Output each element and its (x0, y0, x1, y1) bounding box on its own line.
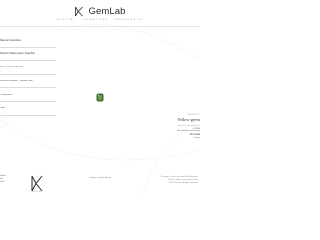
spec-footnote: · · · · · · (0, 116, 8, 118)
report-header: GemLab DIGITAL · GEMSTONE · REFERENCE (0, 4, 200, 22)
variety-panel: VARIETY Yellow-green ORIGIN No indicatio… (172, 114, 200, 139)
panel-line: No indications of heating (177, 130, 200, 133)
spec-row: Heat (0, 102, 56, 116)
footer-logo-icon (31, 175, 43, 192)
spec-footnote: · · · · · · (0, 126, 8, 128)
brand-name: GemLab (88, 5, 126, 17)
spec-row: Transparent (0, 88, 56, 102)
spec-species: Natural Corundum (0, 38, 22, 42)
panel-line: Sri Lanka (189, 133, 200, 137)
spec-row: 0.57 × 4.61 × 3.21 mm (0, 61, 56, 75)
disclaimer-line: © 2024 GemLab. All rights reserved. (167, 182, 198, 184)
footer-center-text: Images and the listing (89, 177, 111, 179)
brand-tagline: DIGITAL · GEMSTONE · REFERENCE (56, 19, 144, 21)
header-divider (0, 26, 200, 27)
spec-row: Natural Corundum (0, 34, 56, 48)
panel-line: Ceylon (193, 136, 200, 139)
footer-disclaimer: This report is not a guarantee. All info… (138, 176, 198, 185)
gemstone-image (96, 93, 104, 102)
spec-row: Cushion Modified · Brilliant Step (0, 75, 56, 89)
footer-logo-label: GEMLAB (32, 192, 42, 193)
spec-treatment: Heat (0, 107, 5, 110)
spec-variety: Natural Yellow-green Sapphire (0, 52, 36, 56)
variety-label: VARIETY (187, 114, 200, 116)
spec-measurements: 0.57 × 4.61 × 3.21 mm (0, 66, 24, 69)
spec-footnote: · · · · · · (0, 121, 8, 123)
spec-row: Natural Yellow-green Sapphire (0, 48, 56, 62)
footer-left-line: Date (0, 181, 5, 184)
report-page: GemLab DIGITAL · GEMSTONE · REFERENCE Na… (0, 0, 200, 200)
spec-transparency: Transparent (0, 93, 13, 96)
footer-left: Report No. Date (0, 175, 20, 185)
gemlab-logo-icon (75, 6, 84, 16)
brand-row: GemLab (0, 4, 200, 18)
panel-divider (178, 125, 200, 126)
spec-shape-cut: Cushion Modified · Brilliant Step (0, 80, 33, 83)
spec-list: Natural Corundum Natural Yellow-green Sa… (0, 34, 56, 116)
variety-name: Yellow-green (177, 117, 200, 122)
